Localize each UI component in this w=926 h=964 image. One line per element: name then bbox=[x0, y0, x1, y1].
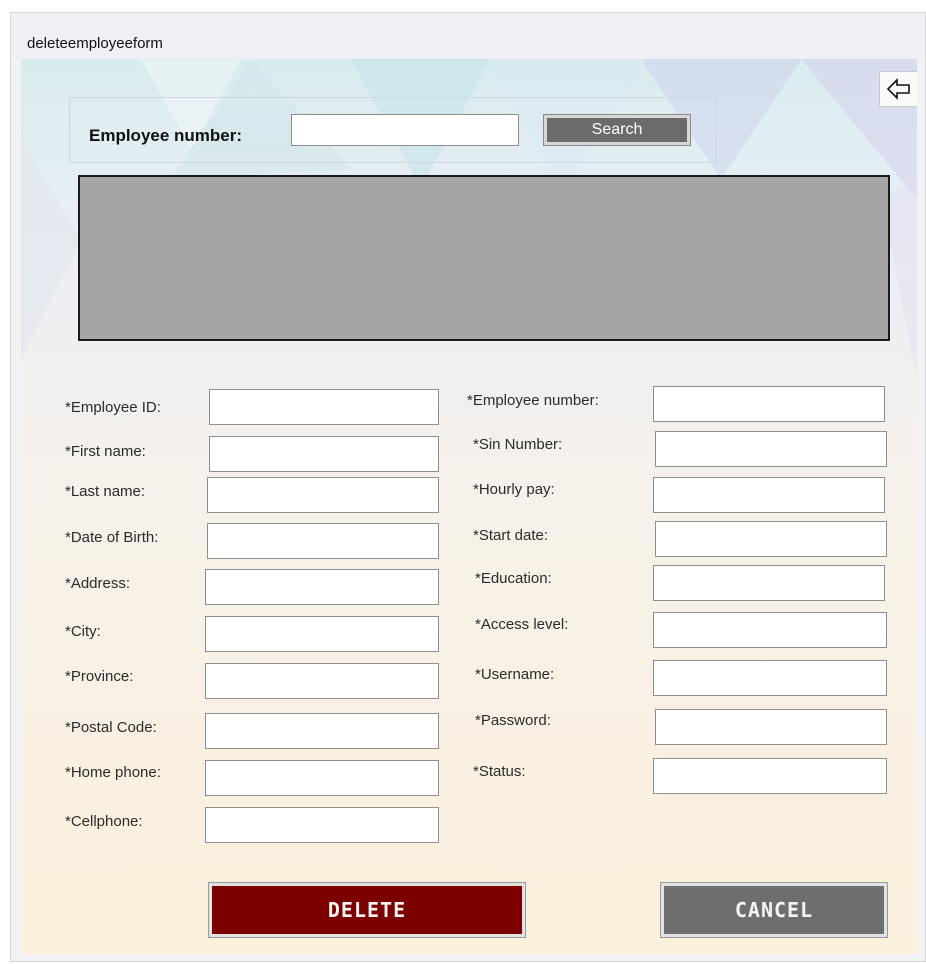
access-level-label: *Access level: bbox=[475, 616, 569, 633]
education-label: *Education: bbox=[475, 570, 552, 587]
employee-id-label: *Employee ID: bbox=[65, 399, 161, 416]
employee-number-search-label: Employee number: bbox=[89, 126, 243, 145]
city-input[interactable] bbox=[205, 616, 439, 652]
sin-number-label: *Sin Number: bbox=[473, 436, 563, 453]
postal-code-input[interactable] bbox=[205, 713, 439, 749]
search-button[interactable]: Search bbox=[544, 115, 690, 145]
employee-id-input[interactable] bbox=[209, 389, 439, 425]
status-input[interactable] bbox=[653, 758, 887, 794]
start-date-label: *Start date: bbox=[473, 527, 549, 544]
first-name-input[interactable] bbox=[209, 436, 439, 472]
password-label: *Password: bbox=[475, 712, 551, 729]
back-arrow-icon bbox=[886, 78, 910, 100]
last-name-label: *Last name: bbox=[65, 483, 146, 500]
cellphone-label: *Cellphone: bbox=[65, 813, 143, 830]
hourly-pay-label: *Hourly pay: bbox=[473, 481, 555, 498]
date-of-birth-input[interactable] bbox=[207, 523, 439, 559]
employee-number-label: *Employee number: bbox=[467, 392, 599, 409]
password-input[interactable] bbox=[655, 709, 887, 745]
address-input[interactable] bbox=[205, 569, 439, 605]
city-label: *City: bbox=[65, 623, 101, 640]
date-of-birth-label: *Date of Birth: bbox=[65, 529, 159, 546]
home-phone-input[interactable] bbox=[205, 760, 439, 796]
title-bar: deleteemployeeform bbox=[11, 13, 925, 59]
form-client-area: Employee number: Search *Employee ID: *F… bbox=[21, 59, 917, 954]
education-input[interactable] bbox=[653, 565, 885, 601]
username-label: *Username: bbox=[475, 666, 555, 683]
employee-data-grid[interactable] bbox=[78, 175, 890, 341]
last-name-input[interactable] bbox=[207, 477, 439, 513]
province-input[interactable] bbox=[205, 663, 439, 699]
window-title: deleteemployeeform bbox=[27, 35, 163, 52]
province-label: *Province: bbox=[65, 668, 134, 685]
employee-number-search-input[interactable] bbox=[291, 114, 519, 146]
cellphone-input[interactable] bbox=[205, 807, 439, 843]
first-name-label: *First name: bbox=[65, 443, 146, 460]
home-phone-label: *Home phone: bbox=[65, 764, 161, 781]
delete-button[interactable]: DELETE bbox=[209, 883, 525, 937]
address-label: *Address: bbox=[65, 575, 131, 592]
cancel-button[interactable]: CANCEL bbox=[661, 883, 887, 937]
delete-employee-window: deleteemployeeform Employee number: Sear… bbox=[10, 12, 926, 962]
status-label: *Status: bbox=[473, 763, 526, 780]
access-level-input[interactable] bbox=[653, 612, 887, 648]
hourly-pay-input[interactable] bbox=[653, 477, 885, 513]
sin-number-input[interactable] bbox=[655, 431, 887, 467]
postal-code-label: *Postal Code: bbox=[65, 719, 157, 736]
employee-number-input[interactable] bbox=[653, 386, 885, 422]
back-button[interactable] bbox=[879, 71, 917, 107]
start-date-input[interactable] bbox=[655, 521, 887, 557]
username-input[interactable] bbox=[653, 660, 887, 696]
